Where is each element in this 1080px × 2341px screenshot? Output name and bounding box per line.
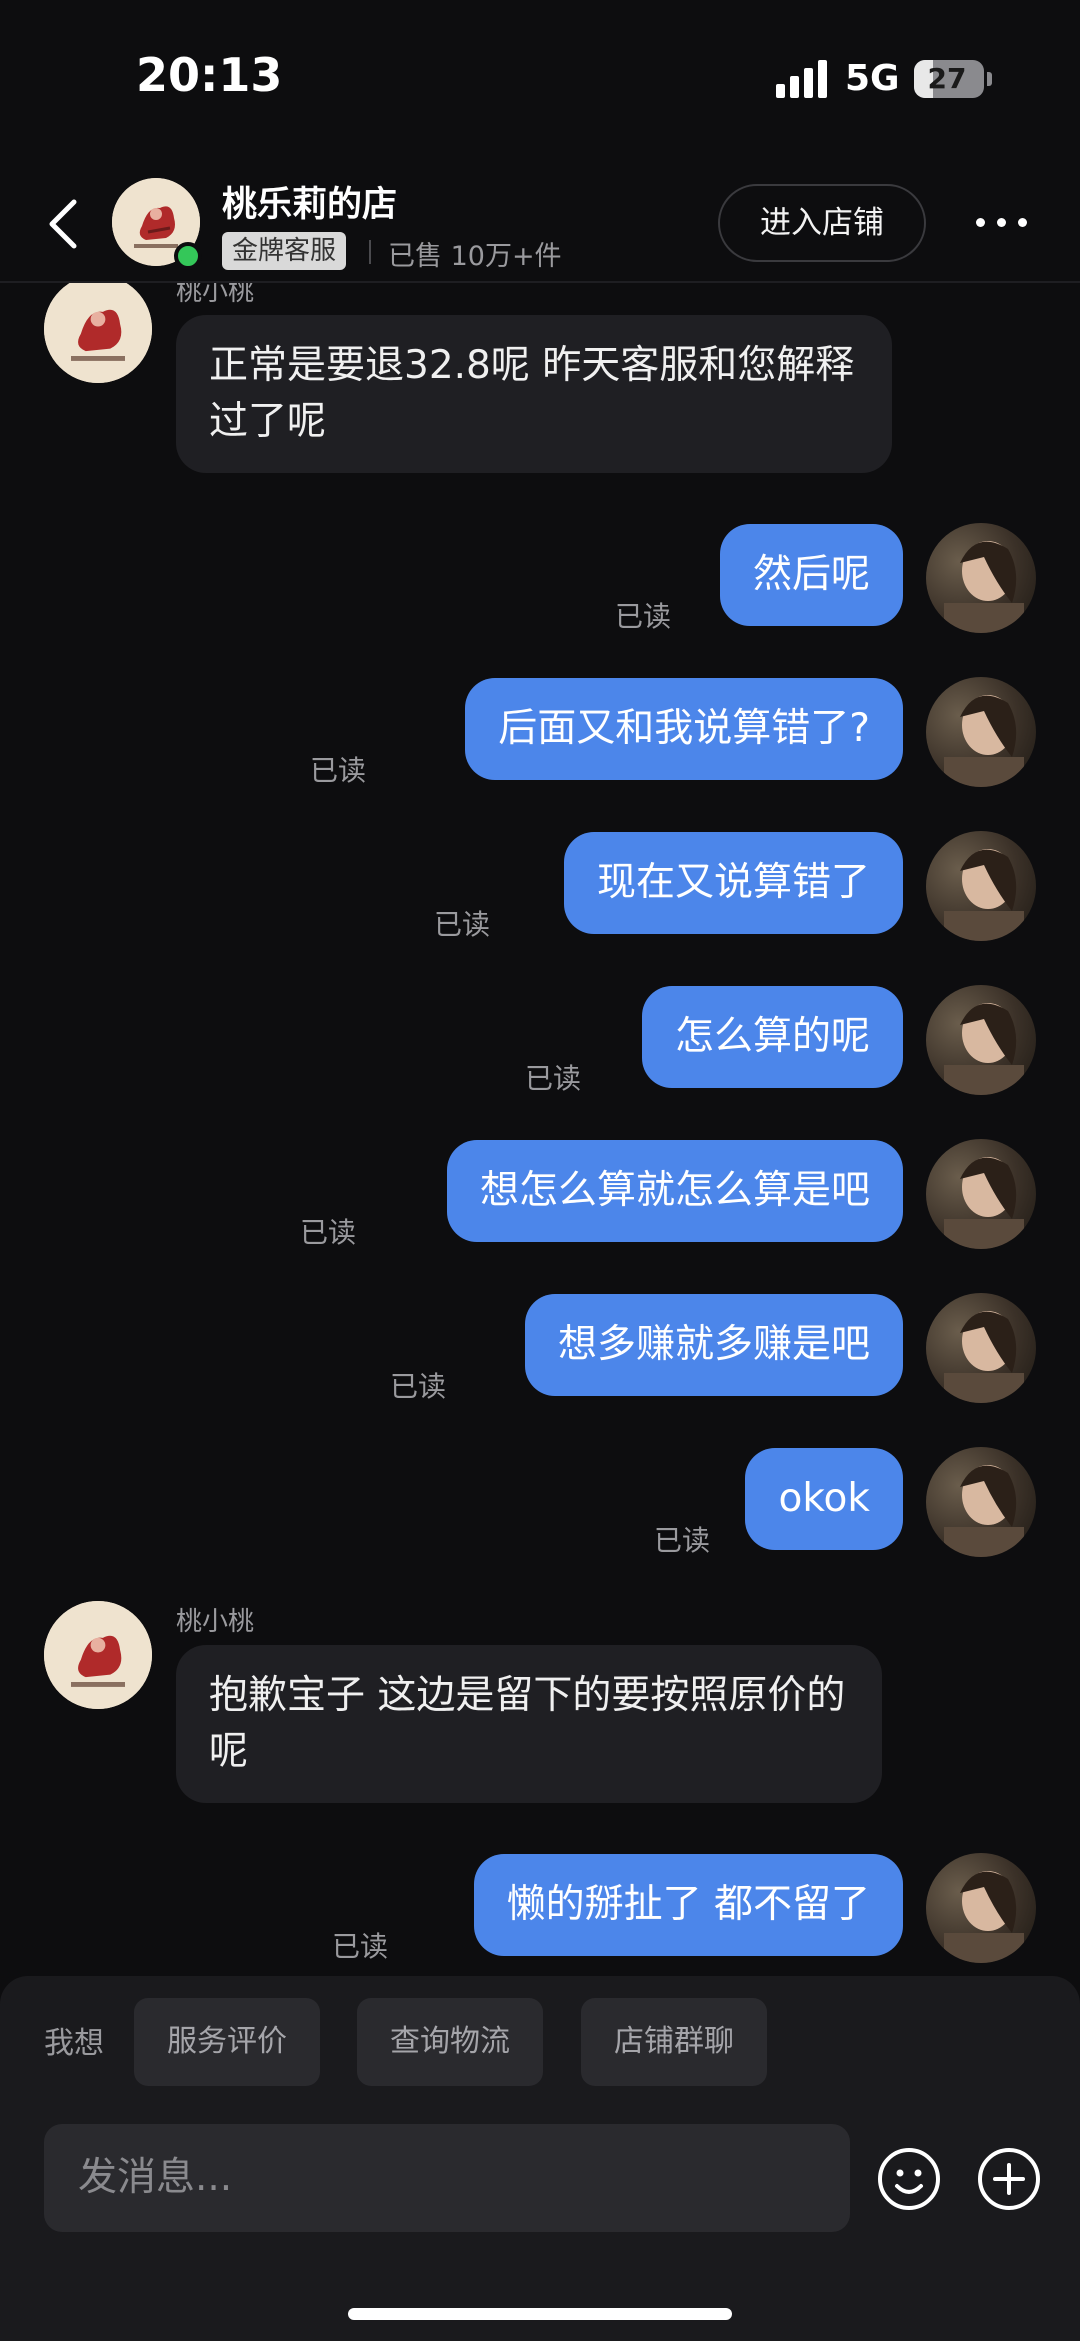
chat-screen: 20:13 5G 27 桃乐莉的店 金牌客服 已售 10万+件 进入店铺 桃小桃… [0,0,1080,2341]
read-receipt: 已读 [654,1524,711,1557]
user-avatar-image [944,1465,1024,1557]
user-avatar-image [944,1003,1024,1095]
user-avatar-image [944,1157,1024,1249]
read-receipt: 已读 [310,754,367,787]
battery-percent: 27 [927,62,967,95]
smiley-icon [878,2148,940,2210]
enter-store-button[interactable]: 进入店铺 [718,184,926,262]
user-avatar-image [944,849,1024,941]
gold-service-badge: 金牌客服 [222,232,347,270]
read-receipt: 已读 [615,600,672,633]
read-receipt: 已读 [332,1930,389,1963]
network-label: 5G [845,58,900,99]
user-avatar-image [944,1311,1024,1403]
user-avatar[interactable] [926,1447,1036,1557]
message-bubble-user[interactable]: 想怎么算就怎么算是吧 [446,1140,903,1242]
battery-cap [987,72,992,86]
message-bubble-agent[interactable]: 正常是要退32.8呢 昨天客服和您解释过了呢 [176,315,892,473]
shop-logo-image [44,283,152,383]
signal-icon [776,58,832,98]
more-actions-button[interactable] [976,2146,1042,2212]
sold-count: 已售 10万+件 [388,241,562,272]
user-avatar[interactable] [926,523,1036,633]
user-avatar[interactable] [926,1853,1036,1963]
message-bubble-user[interactable]: 现在又说算错了 [563,832,903,934]
chip-service-rating[interactable]: 服务评价 [134,1998,320,2086]
more-dots-icon[interactable] [974,212,1030,232]
user-avatar[interactable] [926,831,1036,941]
battery-icon: 27 [914,60,984,98]
user-avatar[interactable] [926,1293,1036,1403]
user-avatar[interactable] [926,1139,1036,1249]
chat-header: 桃乐莉的店 金牌客服 已售 10万+件 进入店铺 [0,160,1080,283]
back-button[interactable] [44,196,84,252]
agent-avatar[interactable] [44,283,152,383]
shop-logo-image [44,1601,152,1709]
online-status-dot [174,242,202,270]
user-avatar[interactable] [926,677,1036,787]
message-bubble-user[interactable]: okok [745,1448,903,1550]
message-input[interactable]: 发消息... [44,2124,850,2232]
user-avatar-image [944,1871,1024,1963]
shop-name: 桃乐莉的店 [222,185,398,225]
chevron-left-icon [49,199,77,249]
chip-track-logistics[interactable]: 查询物流 [357,1998,543,2086]
user-avatar[interactable] [926,985,1036,1095]
plus-circle-icon [978,2148,1040,2210]
divider [369,240,371,264]
message-bubble-user[interactable]: 懒的掰扯了 都不留了 [473,1854,903,1956]
sender-name: 桃小桃 [176,283,255,307]
read-receipt: 已读 [525,1062,582,1095]
message-bubble-user[interactable]: 想多赚就多赚是吧 [524,1294,903,1396]
read-receipt: 已读 [390,1370,447,1403]
message-bubble-user[interactable]: 怎么算的呢 [641,986,903,1088]
user-avatar-image [944,695,1024,787]
bottom-panel: 我想 服务评价 查询物流 店铺群聊 发消息... [0,1976,1080,2341]
read-receipt: 已读 [434,908,491,941]
chip-store-group-chat[interactable]: 店铺群聊 [581,1998,767,2086]
status-time: 20:13 [136,48,283,102]
sender-name: 桃小桃 [176,1607,255,1637]
message-list[interactable]: 桃小桃 正常是要退32.8呢 昨天客服和您解释过了呢 已读 然后呢 已读 后面又… [0,283,1080,1980]
message-bubble-agent[interactable]: 抱歉宝子 这边是留下的要按照原价的呢 [176,1645,882,1803]
user-avatar-image [944,541,1024,633]
message-bubble-user[interactable]: 然后呢 [719,524,903,626]
agent-avatar[interactable] [44,1601,152,1709]
home-indicator[interactable] [348,2308,732,2320]
emoji-button[interactable] [876,2146,942,2212]
message-bubble-user[interactable]: 后面又和我说算错了? [465,678,903,780]
quick-bar-label: 我想 [44,2026,104,2061]
status-bar: 20:13 5G 27 [0,0,1080,160]
read-receipt: 已读 [300,1216,357,1249]
